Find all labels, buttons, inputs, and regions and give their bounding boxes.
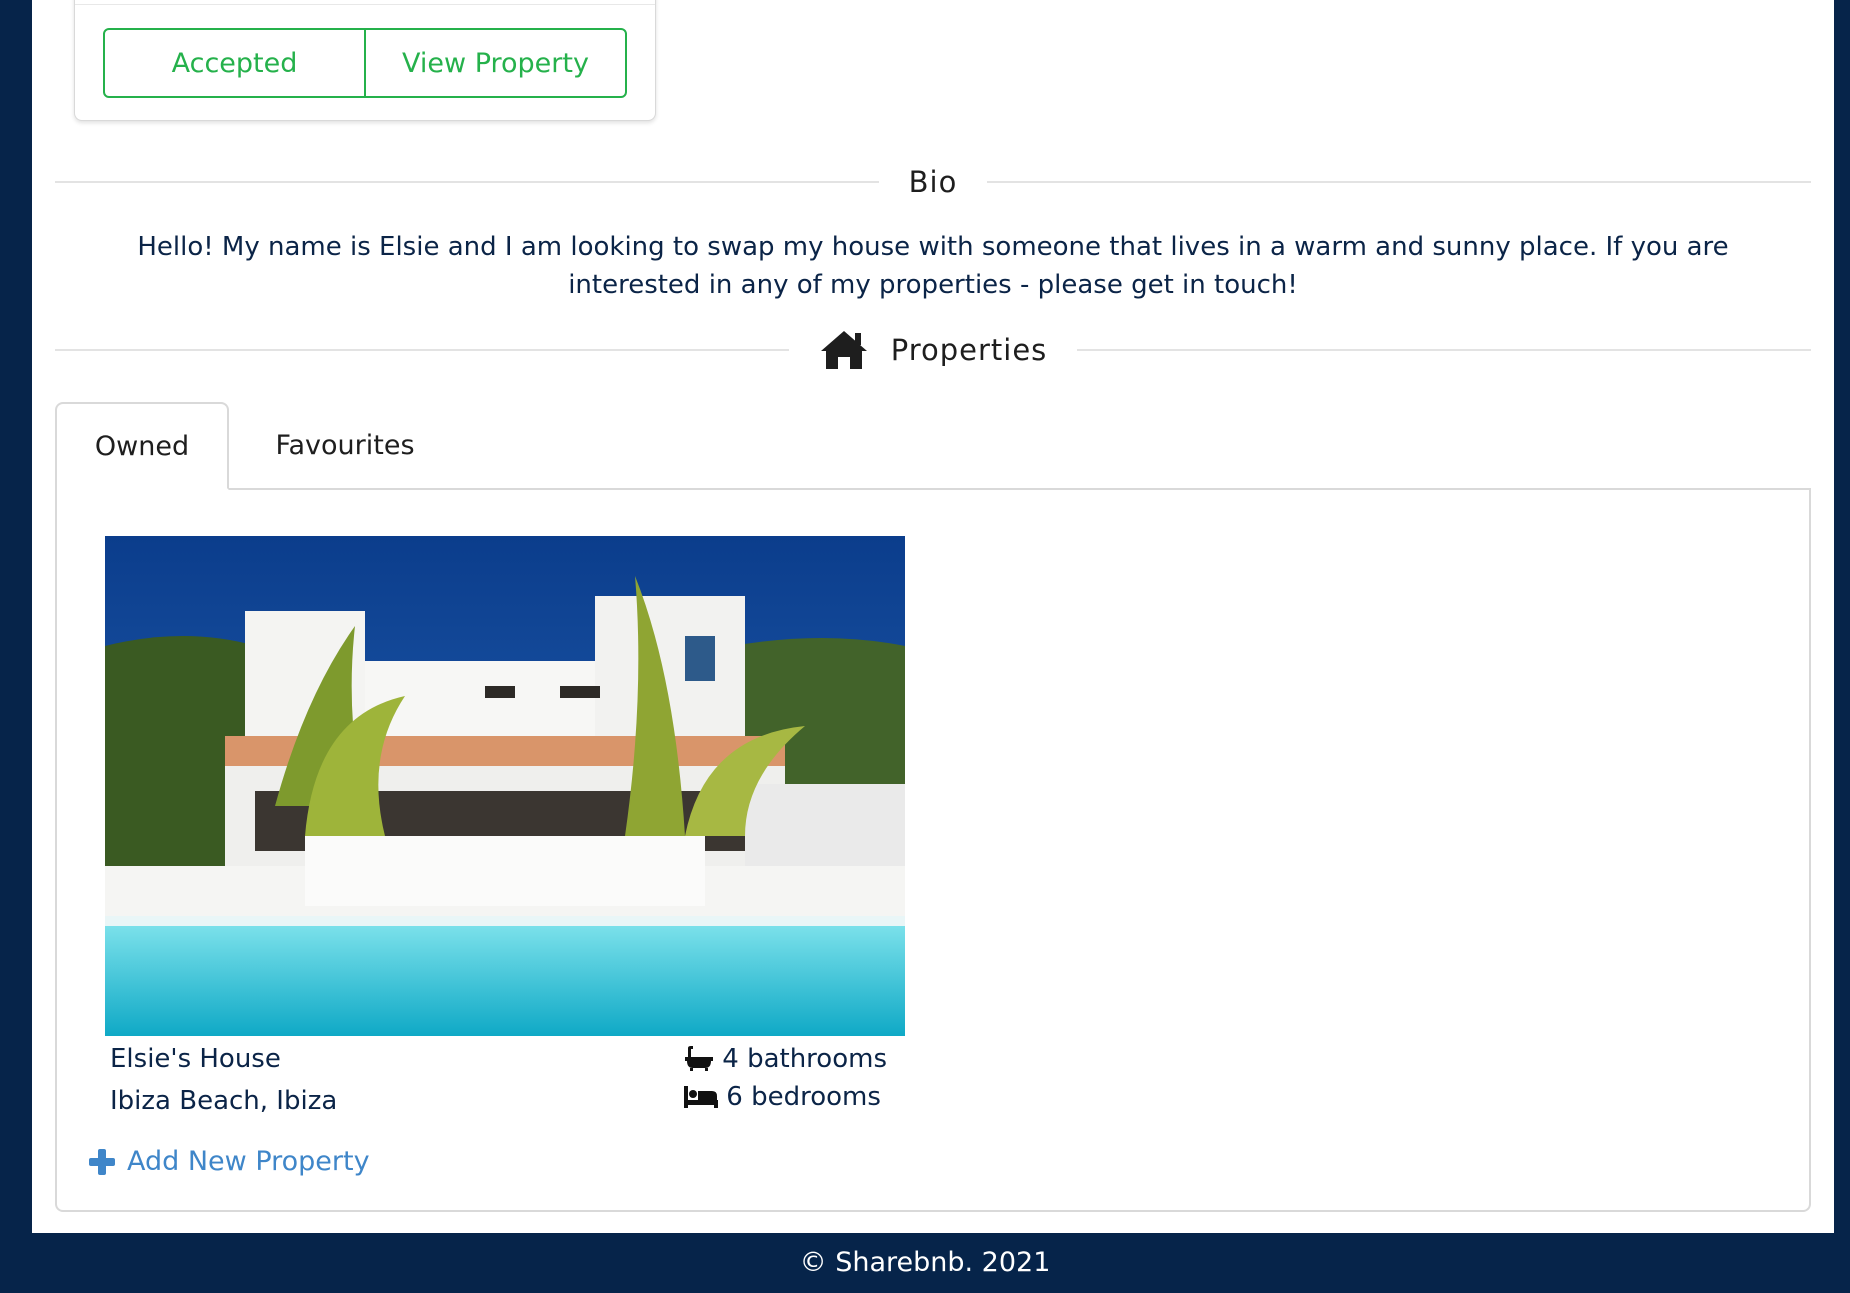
bathrooms-stat: 4 bathrooms	[684, 1040, 887, 1078]
bedrooms-stat: 6 bedrooms	[684, 1078, 887, 1116]
bedrooms-count: 6 bedrooms	[726, 1082, 881, 1112]
property-location: Ibiza Beach, Ibiza	[110, 1086, 338, 1116]
bio-heading-label: Bio	[908, 165, 958, 199]
property-stats: 4 bathrooms 6 bedrooms	[684, 1040, 887, 1116]
tab-favourites[interactable]: Favourites	[245, 402, 445, 488]
properties-heading-label: Properties	[890, 333, 1048, 367]
bio-text: Hello! My name is Elsie and I am looking…	[137, 232, 1729, 300]
view-property-button[interactable]: View Property	[364, 30, 625, 96]
tab-owned[interactable]: Owned	[55, 402, 229, 490]
properties-heading: Properties	[55, 330, 1811, 370]
divider-line	[987, 181, 1812, 183]
card-divider	[75, 4, 655, 5]
property-photo[interactable]	[105, 536, 905, 1036]
bio-heading: Bio	[55, 162, 1812, 202]
bath-icon	[685, 1046, 714, 1071]
divider-line	[1077, 349, 1811, 351]
swap-request-card: Accepted View Property	[74, 0, 656, 121]
footer-copyright: © Sharebnb. 2021	[799, 1247, 1051, 1278]
bathrooms-count: 4 bathrooms	[722, 1044, 887, 1074]
divider-line	[55, 181, 879, 183]
add-new-property-link[interactable]: Add New Property	[89, 1146, 370, 1177]
property-name: Elsie's House	[110, 1044, 281, 1074]
accepted-button[interactable]: Accepted	[105, 30, 364, 96]
home-icon	[820, 331, 867, 369]
property-info: Elsie's House Ibiza Beach, Ibiza 4 bathr…	[105, 1036, 905, 1126]
bed-icon	[684, 1086, 719, 1108]
plus-icon	[89, 1148, 115, 1175]
add-new-property-label: Add New Property	[127, 1146, 370, 1177]
page-content: Accepted View Property Bio Hello! My nam…	[32, 0, 1834, 1233]
properties-tabs: Owned Favourites Elsie's House Ibiza Bea…	[55, 402, 1811, 1212]
tab-bar: Owned Favourites	[55, 402, 1811, 490]
property-card[interactable]: Elsie's House Ibiza Beach, Ibiza 4 bathr…	[105, 536, 905, 1126]
request-button-group: Accepted View Property	[103, 28, 627, 98]
divider-line	[55, 349, 789, 351]
owned-tab-panel: Elsie's House Ibiza Beach, Ibiza 4 bathr…	[55, 488, 1811, 1212]
